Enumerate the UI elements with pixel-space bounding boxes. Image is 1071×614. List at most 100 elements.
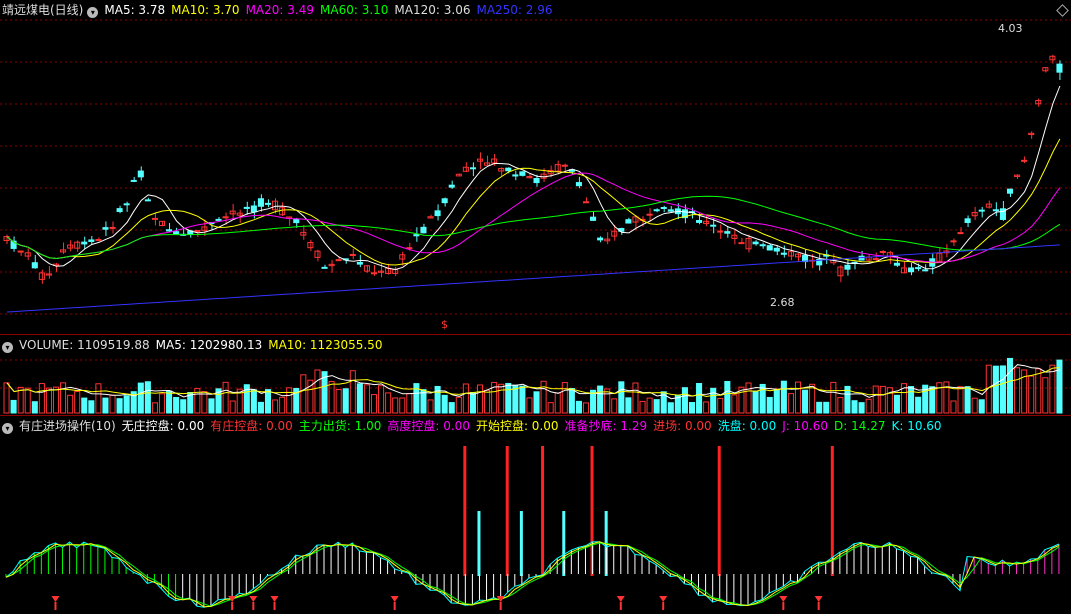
indicator-value-8: J: 10.60 (782, 419, 829, 433)
volume-bar (978, 399, 985, 414)
candle-body (696, 219, 703, 223)
candle-body (123, 203, 130, 206)
indicator-panel[interactable]: ▾ 有庄进场操作(10) 无庄控盘: 0.00 有庄控盘: 0.00 主力出货: 1.0… (0, 416, 1071, 614)
candle-body (922, 269, 929, 272)
volume-bar (158, 393, 166, 414)
volume-bar (597, 385, 604, 414)
entry-arrow-icon (779, 596, 788, 610)
volume-bar (561, 382, 568, 414)
volume-bar (688, 402, 696, 414)
volume-bar (52, 386, 60, 414)
volume-bar (3, 382, 10, 414)
dividend-marker[interactable]: $ (441, 318, 448, 331)
volume-bar (653, 399, 660, 414)
indicator-legend: ▾ 有庄进场操作(10) 无庄控盘: 0.00 有庄控盘: 0.00 主力出货: 1.0… (2, 418, 954, 434)
volume-bar (1049, 364, 1056, 414)
candle-body (173, 231, 180, 235)
candle-body (81, 241, 88, 245)
indicator-value-7: 洗盘: 0.00 (717, 419, 777, 433)
candle-body (773, 247, 780, 252)
ma-indicator-3: MA60: 3.10 (320, 3, 389, 17)
volume-bar (399, 397, 406, 414)
candle-body (448, 184, 455, 188)
volume-bar (533, 391, 540, 414)
volume-ma-line (6, 367, 1060, 398)
candle-body (738, 242, 745, 245)
candle-body (102, 227, 109, 230)
volume-bar (950, 400, 957, 414)
toggle-icon[interactable]: ▾ (87, 7, 99, 18)
toggle-icon[interactable]: ▾ (2, 423, 13, 434)
volume-bar (342, 388, 349, 414)
candle-body (575, 182, 582, 187)
volume-bar (618, 381, 625, 414)
volume-bar (999, 365, 1006, 414)
volume-bar (696, 383, 703, 414)
candle-body (950, 240, 957, 243)
indicator-chart[interactable] (0, 416, 1071, 614)
volume-bar (1042, 377, 1049, 414)
volume-bar (1035, 368, 1042, 414)
ma-line (6, 195, 1061, 260)
volume-bar (201, 391, 208, 414)
volume-bar (88, 400, 95, 414)
indicator-value-6: 进场: 0.00 (653, 419, 712, 433)
volume-bar (166, 390, 173, 414)
volume-bar (250, 389, 257, 414)
volume-bar (378, 385, 385, 414)
volume-bar (759, 383, 766, 414)
volume-bar (865, 398, 872, 414)
volume-bar (964, 386, 971, 414)
price-chart[interactable] (0, 0, 1071, 334)
volume-bar (448, 402, 455, 414)
volume-bar (886, 387, 893, 414)
volume-bar (392, 397, 399, 414)
candle-body (243, 206, 250, 209)
price-panel[interactable]: 靖远煤电(日线) ▾ MA5: 3.78 MA10: 3.70 MA20: 3.49 MA… (0, 0, 1071, 334)
candle-body (590, 216, 597, 221)
volume-bar (427, 399, 434, 414)
candle-body (872, 258, 879, 261)
volume-bar (858, 402, 865, 414)
candle-body (766, 245, 773, 251)
candle-body (1056, 63, 1063, 73)
signal-bar (463, 446, 467, 576)
volume-bar (222, 381, 229, 414)
ma250-line (6, 244, 1060, 313)
volume-bar (667, 402, 674, 414)
volume-panel[interactable]: ▾ VOLUME: 1109519.88 MA5: 1202980.13 MA10: … (0, 335, 1071, 415)
volume-bar (703, 401, 710, 414)
candle-body (17, 250, 24, 253)
volume-bar (363, 384, 370, 414)
candle-body (844, 264, 851, 270)
volume-bar (893, 394, 900, 414)
volume-bar (349, 370, 356, 414)
volume-bar (60, 382, 67, 414)
volume-bar (554, 392, 561, 414)
candle-body (130, 179, 137, 182)
volume-bar (929, 386, 936, 414)
candle-body (293, 218, 300, 224)
candle-body (724, 231, 731, 234)
toggle-icon[interactable]: ▾ (2, 342, 13, 353)
candle-body (646, 213, 653, 216)
volume-bar (915, 396, 922, 414)
candle-body (166, 229, 173, 232)
volume-bar (328, 381, 335, 414)
candle-body (194, 230, 201, 233)
volume-bar (1014, 367, 1021, 414)
volume-bar (773, 389, 780, 414)
candle-body (413, 234, 420, 237)
candle-body (710, 224, 717, 227)
volume-bar (314, 369, 321, 414)
volume-bar (519, 385, 526, 414)
volume-bar (787, 393, 794, 414)
volume-bar (180, 399, 187, 414)
volume-bar (370, 394, 378, 414)
candle-body (957, 232, 964, 235)
volume-bar (681, 387, 688, 414)
volume-bar (286, 387, 293, 414)
candle-body (335, 259, 342, 262)
volume-bar (102, 397, 109, 414)
candle-body (321, 266, 328, 269)
